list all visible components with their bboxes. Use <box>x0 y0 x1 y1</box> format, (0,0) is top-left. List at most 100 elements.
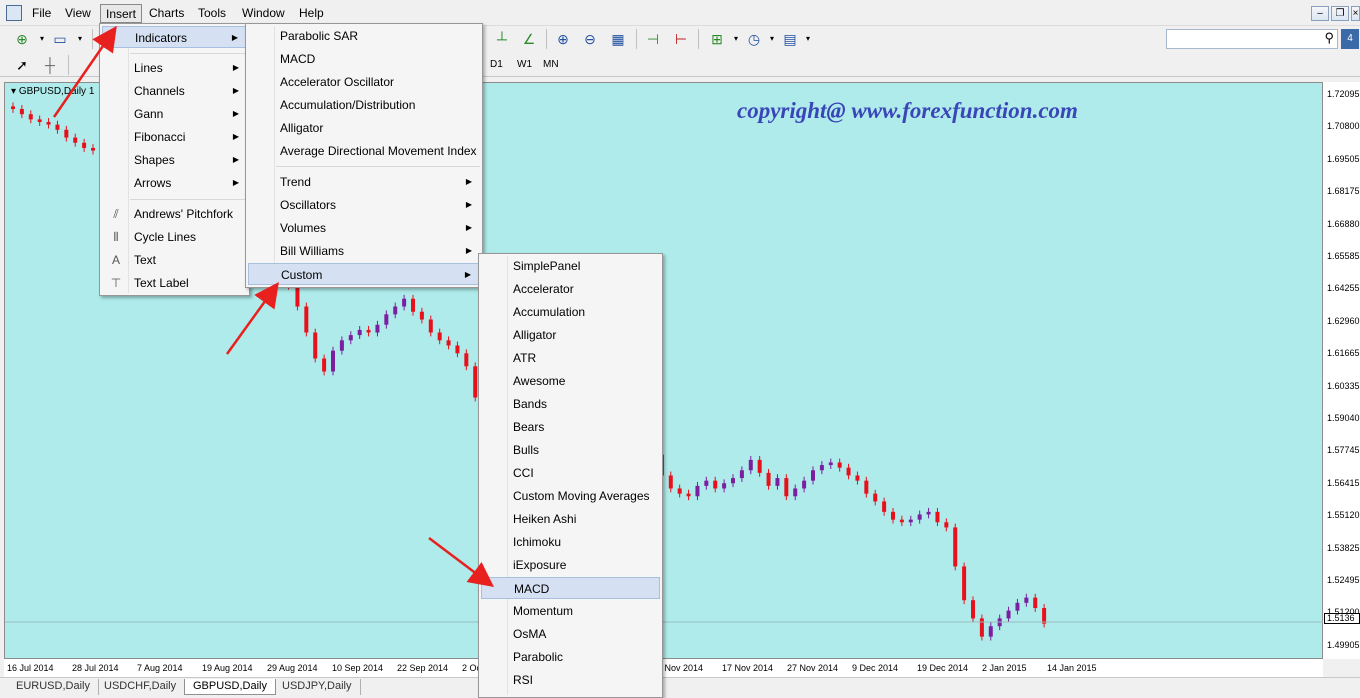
zoom-out-icon[interactable]: ⊖ <box>580 29 600 49</box>
menu-item-custom-alligator[interactable]: Alligator <box>481 324 660 346</box>
tab-usdjpy[interactable]: USDJPY,Daily <box>274 679 361 695</box>
dropdown-arrow-icon[interactable]: ▾ <box>726 29 746 49</box>
menu-item-text[interactable]: A Text <box>102 249 247 271</box>
menu-item-oscillators[interactable]: Oscillators ▶ <box>248 194 480 216</box>
tab-eurusd[interactable]: EURUSD,Daily <box>8 679 99 695</box>
profiles-icon[interactable]: ▭ <box>50 29 70 49</box>
menu-item-accelerator-oscillator[interactable]: Accelerator Oscillator <box>248 71 480 93</box>
menu-item-gann[interactable]: Gann ▶ <box>102 103 247 125</box>
menu-item-bill-williams[interactable]: Bill Williams ▶ <box>248 240 480 262</box>
bar-chart-icon[interactable]: ┴ <box>492 29 512 49</box>
menu-item-custom-parabolic[interactable]: Parabolic <box>481 646 660 668</box>
candle-body <box>455 345 460 354</box>
timeframe-w1[interactable]: W1 <box>517 59 532 70</box>
menu-file[interactable]: File <box>27 4 56 23</box>
menu-item-custom-rsi[interactable]: RSI <box>481 669 660 691</box>
menu-item-custom[interactable]: Custom ▶ <box>248 263 480 285</box>
periods-clock-icon[interactable]: ◷ <box>744 29 764 49</box>
chart-menu-icon[interactable]: ▾ <box>11 86 19 97</box>
line-chart-icon[interactable]: ∠ <box>519 29 539 49</box>
crosshair-icon[interactable]: ┼ <box>40 55 60 75</box>
menu-item-custom-atr[interactable]: ATR <box>481 347 660 369</box>
search-icon[interactable]: ⚲ <box>1324 30 1334 46</box>
submenu-arrow-icon: ▶ <box>232 155 239 164</box>
menu-item-custom-momentum[interactable]: Momentum <box>481 600 660 622</box>
time-tick-label: 19 Dec 2014 <box>917 663 969 673</box>
menu-item-custom-cci[interactable]: CCI <box>481 462 660 484</box>
menu-view[interactable]: View <box>60 4 96 23</box>
menu-tools[interactable]: Tools <box>193 4 231 23</box>
minimize-button[interactable]: – <box>1311 6 1329 21</box>
timeframe-mn[interactable]: MN <box>543 59 559 70</box>
menu-separator <box>130 53 247 54</box>
dropdown-arrow-icon[interactable]: ▾ <box>70 29 90 49</box>
menu-item-cycle-lines[interactable]: ⦀ Cycle Lines <box>102 226 247 248</box>
new-order-icon[interactable]: ⊕ <box>12 29 32 49</box>
pitchfork-icon: ⫽ <box>113 207 119 221</box>
dropdown-arrow-icon[interactable]: ▾ <box>32 29 52 49</box>
price-tick-label: 1.59040 <box>1327 413 1360 423</box>
menu-item-trend[interactable]: Trend ▶ <box>248 171 480 193</box>
app-icon[interactable] <box>6 5 22 21</box>
chart-shift-icon[interactable]: ⊣ <box>643 29 663 49</box>
menu-item-channels[interactable]: Channels ▶ <box>102 80 247 102</box>
candle-body <box>82 142 87 148</box>
menu-item-arrows[interactable]: Arrows ▶ <box>102 172 247 194</box>
templates-icon[interactable]: ▤ <box>780 29 800 49</box>
cursor-icon[interactable]: ➚ <box>12 55 32 75</box>
restore-button[interactable]: ❐ <box>1331 6 1349 21</box>
candle-body <box>802 480 807 489</box>
menu-item-custom-accumulation[interactable]: Accumulation <box>481 301 660 323</box>
time-tick-label: 14 Jan 2015 <box>1047 663 1097 673</box>
menu-item-custom-bands[interactable]: Bands <box>481 393 660 415</box>
notifications-icon[interactable]: 4 <box>1341 29 1359 49</box>
menu-item-indicators[interactable]: Indicators ▶ <box>102 26 247 48</box>
timeframe-d1[interactable]: D1 <box>490 59 503 70</box>
menu-item-custom-awesome[interactable]: Awesome <box>481 370 660 392</box>
menu-window[interactable]: Window <box>237 4 290 23</box>
menu-item-custom-bulls[interactable]: Bulls <box>481 439 660 461</box>
submenu-arrow-icon: ▶ <box>465 177 472 186</box>
tile-windows-icon[interactable]: ▦ <box>608 29 628 49</box>
candle-body <box>944 522 949 528</box>
menu-item-alligator[interactable]: Alligator <box>248 117 480 139</box>
menu-item-custom-custom-moving-averages[interactable]: Custom Moving Averages <box>481 485 660 507</box>
menu-item-custom-simplepanel[interactable]: SimplePanel <box>481 255 660 277</box>
menu-item-adx[interactable]: Average Directional Movement Index <box>248 140 480 162</box>
menu-item-andrews-pitchfork[interactable]: ⫽ Andrews' Pitchfork <box>102 203 247 225</box>
menu-item-custom-bears[interactable]: Bears <box>481 416 660 438</box>
candle-body <box>766 472 771 486</box>
candle-body <box>677 488 682 494</box>
menu-item-custom-iexposure[interactable]: iExposure <box>481 554 660 576</box>
menu-item-custom-accelerator[interactable]: Accelerator <box>481 278 660 300</box>
tab-usdchf[interactable]: USDCHF,Daily <box>96 679 186 695</box>
menu-item-volumes[interactable]: Volumes ▶ <box>248 217 480 239</box>
dropdown-arrow-icon[interactable]: ▾ <box>762 29 782 49</box>
menu-item-accumulation-distribution[interactable]: Accumulation/Distribution <box>248 94 480 116</box>
zoom-in-icon[interactable]: ⊕ <box>553 29 573 49</box>
tab-gbpusd[interactable]: GBPUSD,Daily <box>184 679 276 695</box>
price-axis: 1.72095 1.70800 1.69505 1.68175 1.66880 1.655… <box>1323 82 1360 659</box>
menu-charts[interactable]: Charts <box>144 4 189 23</box>
candle-body <box>55 124 60 130</box>
menu-item-parabolic-sar[interactable]: Parabolic SAR <box>248 25 480 47</box>
menu-help[interactable]: Help <box>294 4 329 23</box>
menu-item-fibonacci[interactable]: Fibonacci ▶ <box>102 126 247 148</box>
menu-item-custom-heiken-ashi[interactable]: Heiken Ashi <box>481 508 660 530</box>
dropdown-arrow-icon[interactable]: ▾ <box>798 29 818 49</box>
menu-item-macd[interactable]: MACD <box>248 48 480 70</box>
menu-item-lines[interactable]: Lines ▶ <box>102 57 247 79</box>
menu-item-shapes[interactable]: Shapes ▶ <box>102 149 247 171</box>
submenu-arrow-icon: ▶ <box>464 270 471 279</box>
menu-item-text-label[interactable]: ⊤ Text Label <box>102 272 247 294</box>
menu-item-custom-ichimoku[interactable]: Ichimoku <box>481 531 660 553</box>
menu-item-custom-macd[interactable]: MACD <box>481 577 660 599</box>
search-input[interactable]: ⚲ <box>1166 29 1338 49</box>
menu-item-custom-osma[interactable]: OsMA <box>481 623 660 645</box>
menu-insert[interactable]: Insert <box>100 4 143 23</box>
candle-body <box>953 527 958 567</box>
indicators-list-icon[interactable]: ⊞ <box>707 29 727 49</box>
close-button[interactable]: × <box>1351 6 1360 21</box>
indicators-submenu: Parabolic SAR MACD Accelerator Oscillato… <box>245 23 483 288</box>
autoscroll-icon[interactable]: ⊢ <box>671 29 691 49</box>
